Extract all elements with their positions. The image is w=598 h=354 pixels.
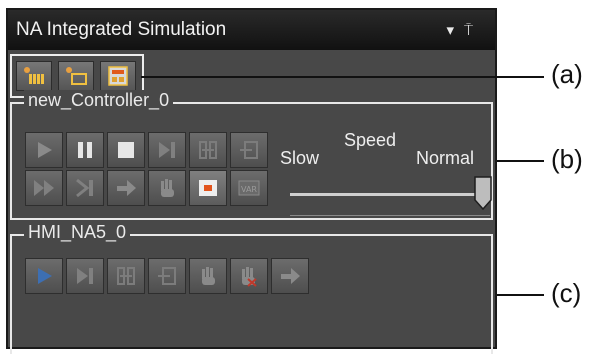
- step-forward-icon: [77, 268, 93, 284]
- title-bar-icons: ▾⍑: [446, 21, 483, 39]
- hmi-step-button[interactable]: [66, 258, 104, 294]
- arrow-right-icon: [281, 268, 300, 284]
- callout-b: (b): [551, 144, 583, 174]
- record-icon: [199, 180, 217, 196]
- play-icon: [38, 268, 52, 284]
- hmi-setup-button[interactable]: [58, 61, 94, 91]
- callout-line-c: [497, 294, 544, 296]
- step-out-button[interactable]: [230, 132, 268, 168]
- simulation-settings-icon: [108, 66, 128, 86]
- stop-icon: [118, 142, 134, 158]
- var-icon: VAR: [238, 180, 260, 196]
- controller-name: new_Controller_0: [24, 90, 174, 111]
- callout-line-a: [141, 76, 544, 78]
- na-integrated-simulation-panel: NA Integrated Simulation ▾⍑ new_Controll…: [6, 8, 497, 354]
- speed-label: Speed: [344, 130, 397, 150]
- speed-slider-thumb[interactable]: [474, 176, 492, 210]
- hand-icon: [202, 267, 215, 285]
- panel-title: NA Integrated Simulation: [16, 19, 227, 40]
- svg-text:VAR: VAR: [241, 185, 257, 194]
- title-bar: NA Integrated Simulation ▾⍑: [8, 10, 495, 50]
- step-in-icon: [199, 141, 217, 159]
- hmi-step-in-button[interactable]: [107, 258, 145, 294]
- pause-button[interactable]: [66, 132, 104, 168]
- play-icon: [38, 142, 52, 158]
- slow-label: Slow: [280, 148, 320, 168]
- step-out-icon: [158, 267, 176, 285]
- step-in-icon: [117, 267, 135, 285]
- callout-c: (c): [551, 278, 582, 308]
- hmi-breakpoint-button[interactable]: [189, 258, 227, 294]
- hmi-clear-breakpoint-button[interactable]: [230, 258, 268, 294]
- hmi-section: HMI_NA5_0: [10, 222, 493, 354]
- pin-icon[interactable]: ⍑: [464, 22, 483, 39]
- run-button[interactable]: [25, 132, 63, 168]
- callout-line-b: [497, 160, 544, 162]
- callout-a: (a): [551, 59, 583, 89]
- controller-setup-button[interactable]: [16, 61, 52, 91]
- speed-slider-baseline: [290, 215, 490, 216]
- step-in-button[interactable]: [189, 132, 227, 168]
- hmi-go-to-button[interactable]: [271, 258, 309, 294]
- simulation-settings-button[interactable]: [100, 61, 136, 91]
- hand-icon: [161, 179, 174, 197]
- step-forward-icon: [159, 142, 175, 158]
- variable-button[interactable]: VAR: [230, 170, 268, 206]
- breakpoint-button[interactable]: [148, 170, 186, 206]
- normal-label: Normal: [416, 148, 475, 168]
- fast-forward-icon: [34, 180, 54, 196]
- speed-slider-track[interactable]: [290, 193, 490, 196]
- arrow-right-icon: [117, 180, 136, 196]
- hand-remove-icon: [242, 267, 257, 287]
- hmi-setup-icon: [66, 67, 87, 85]
- hmi-run-button[interactable]: [25, 258, 63, 294]
- fast-forward-button[interactable]: [25, 170, 63, 206]
- pause-icon: [78, 142, 92, 158]
- hmi-step-out-button[interactable]: [148, 258, 186, 294]
- dropdown-arrow-icon[interactable]: ▾: [446, 22, 464, 39]
- record-button[interactable]: [189, 170, 227, 206]
- skip-icon: [76, 178, 93, 198]
- controller-setup-icon: [24, 67, 44, 84]
- go-to-button[interactable]: [107, 170, 145, 206]
- hmi-name: HMI_NA5_0: [24, 222, 131, 243]
- run-to-cursor-button[interactable]: [66, 170, 104, 206]
- step-out-icon: [240, 141, 258, 159]
- step-run-button[interactable]: [148, 132, 186, 168]
- stop-button[interactable]: [107, 132, 145, 168]
